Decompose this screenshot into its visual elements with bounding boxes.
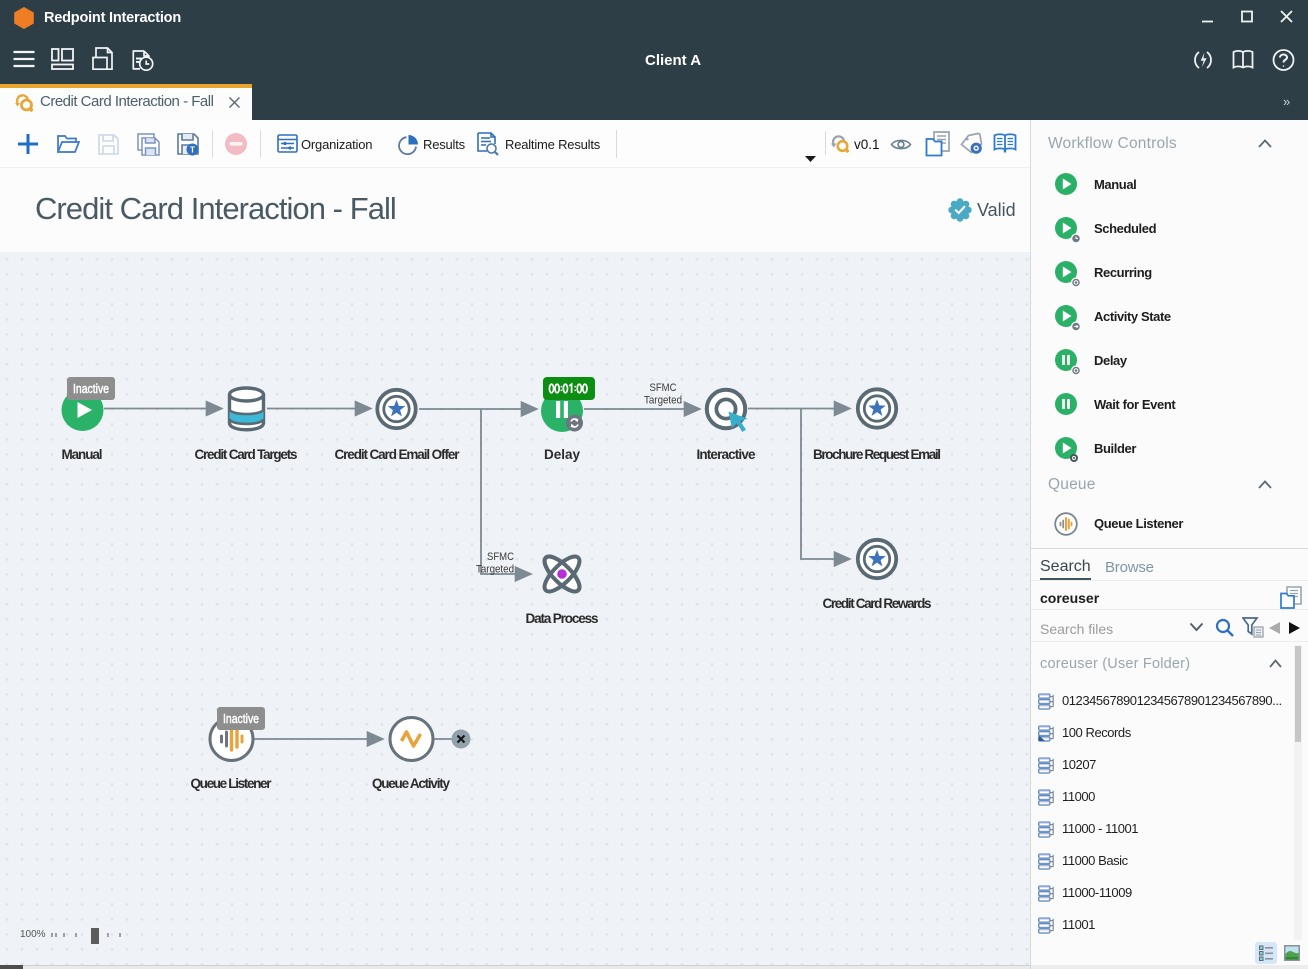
svg-text:Inactive: Inactive [223, 711, 259, 726]
svg-text:Inactive: Inactive [73, 381, 109, 396]
svg-text:SFMC: SFMC [487, 551, 514, 563]
svg-text:Targeted: Targeted [476, 564, 514, 576]
svg-text:Targeted: Targeted [644, 395, 682, 407]
svg-text:Queue Activity: Queue Activity [372, 776, 450, 791]
svg-text:Manual: Manual [62, 447, 103, 462]
svg-text:Brochure Request Email: Brochure Request Email [813, 447, 941, 462]
svg-text:Delay: Delay [544, 447, 580, 462]
svg-text:T: T [190, 145, 196, 155]
svg-text:Queue Listener: Queue Listener [191, 776, 273, 791]
svg-text:Credit Card Targets: Credit Card Targets [195, 447, 298, 462]
svg-text:SFMC: SFMC [650, 382, 677, 394]
svg-text:Interactive: Interactive [697, 447, 756, 462]
svg-text:Credit Card Rewards: Credit Card Rewards [823, 596, 932, 611]
svg-text:Credit Card Email Offer: Credit Card Email Offer [335, 447, 461, 462]
svg-text:Data Process: Data Process [526, 611, 599, 626]
